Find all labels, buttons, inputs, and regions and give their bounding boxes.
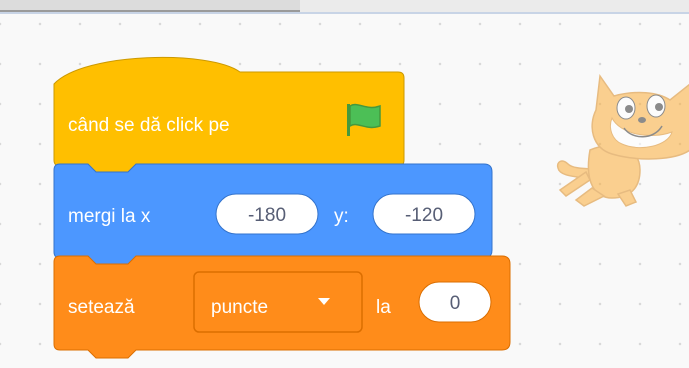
y-label: y: bbox=[334, 206, 349, 227]
y-input-value: -120 bbox=[405, 205, 443, 226]
variable-dropdown[interactable]: puncte bbox=[193, 271, 363, 333]
value-input-text: 0 bbox=[450, 293, 461, 314]
variable-dropdown-value: puncte bbox=[211, 297, 268, 318]
x-input[interactable]: -180 bbox=[215, 193, 319, 235]
cat-sprite-icon[interactable] bbox=[556, 73, 689, 207]
y-input[interactable]: -120 bbox=[372, 193, 476, 235]
set-to-label: la bbox=[376, 297, 391, 318]
value-input[interactable]: 0 bbox=[418, 281, 492, 323]
set-variable-block[interactable]: setează puncte la 0 bbox=[53, 255, 511, 359]
x-input-value: -180 bbox=[248, 205, 286, 226]
when-flag-clicked-label: când se dă click pe bbox=[68, 115, 230, 136]
go-to-xy-block[interactable]: mergi la x -180 y: -120 bbox=[53, 163, 493, 267]
set-variable-label: setează bbox=[68, 297, 135, 318]
go-to-x-label: mergi la x bbox=[68, 206, 151, 227]
code-area: când se dă click pe mergi la x -180 y: -… bbox=[53, 56, 689, 359]
when-flag-clicked-block[interactable]: când se dă click pe bbox=[53, 56, 405, 175]
